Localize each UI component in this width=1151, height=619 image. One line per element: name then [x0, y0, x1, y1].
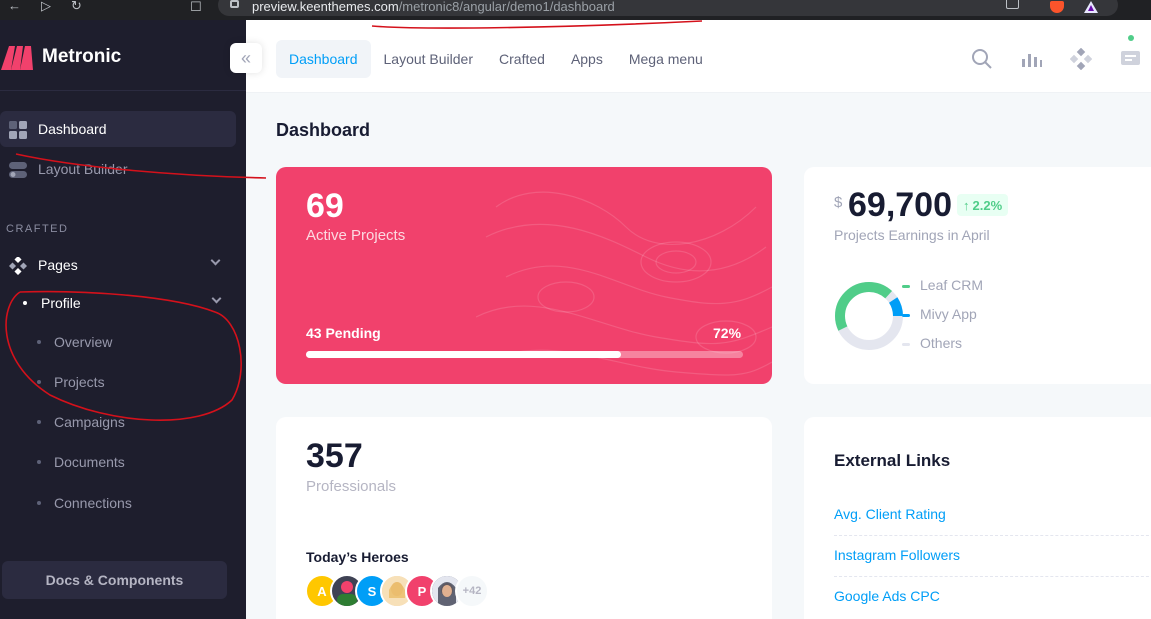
section-label-crafted: CRAFTED	[6, 223, 69, 235]
dashboard-grid-icon	[9, 121, 27, 139]
reload-icon[interactable]: ↻	[71, 0, 82, 14]
browser-toolbar: ← ▷ ↻ ☐ preview.keenthemes.com/metronic8…	[0, 0, 1151, 20]
sidebar-divider	[0, 90, 246, 91]
currency-symbol: $	[834, 194, 843, 211]
apps-icon[interactable]	[1070, 48, 1092, 70]
pending-count: 43 Pending	[306, 325, 381, 341]
sidebar-item-label: Campaigns	[54, 414, 125, 430]
avatar-more[interactable]: +42	[455, 574, 489, 608]
sidebar-item-campaigns[interactable]: Campaigns	[0, 407, 236, 437]
url-text: preview.keenthemes.com/metronic8/angular…	[252, 0, 615, 14]
menu-item-mega-menu[interactable]: Mega menu	[616, 40, 716, 78]
link-instagram-followers[interactable]: Instagram Followers	[834, 547, 960, 563]
online-status-dot	[1128, 35, 1134, 41]
rewards-icon-inner	[1088, 5, 1094, 11]
chat-icon[interactable]	[1120, 48, 1142, 70]
professionals-card: 357 Professionals Today’s Heroes A S P +…	[276, 417, 772, 619]
earnings-label: Projects Earnings in April	[834, 227, 990, 243]
menu-item-dashboard[interactable]: Dashboard	[276, 40, 371, 78]
heroes-label: Today’s Heroes	[306, 549, 409, 565]
docs-components-button[interactable]: Docs & Components	[2, 561, 227, 599]
donut-chart	[835, 282, 903, 350]
sidebar-item-layout-builder[interactable]: Layout Builder	[0, 151, 236, 187]
bullet-icon	[37, 501, 41, 505]
sidebar-item-pages[interactable]: Pages	[0, 247, 236, 283]
forward-icon[interactable]: ▷	[41, 0, 51, 14]
legend-bullet	[902, 343, 910, 346]
lock-icon	[230, 0, 239, 8]
chart-icon[interactable]	[1020, 48, 1042, 70]
active-projects-label: Active Projects	[306, 227, 406, 244]
avatar-group: A S P +42	[305, 574, 489, 608]
top-header: « Dashboard Layout Builder Crafted Apps …	[230, 20, 1151, 93]
menu-item-apps[interactable]: Apps	[558, 40, 616, 78]
brand-name: Metronic	[42, 46, 122, 67]
bullet-icon	[37, 420, 41, 424]
chevron-down-icon	[210, 255, 221, 266]
back-icon[interactable]: ←	[8, 0, 21, 14]
progress-percent: 72%	[713, 325, 742, 341]
sidebar-item-label: Connections	[54, 495, 132, 511]
bullet-icon	[37, 340, 41, 344]
toggle-icon	[9, 162, 27, 178]
bullet-icon	[23, 301, 27, 305]
brand-logo[interactable]: Metronic	[0, 44, 121, 70]
sidebar-item-label: Layout Builder	[38, 161, 128, 177]
legend-bullet	[902, 285, 910, 288]
legend-item-leaf-crm: Leaf CRM	[902, 277, 984, 293]
menu-item-crafted[interactable]: Crafted	[486, 40, 558, 78]
change-badge: ↑ 2.2%	[957, 194, 1009, 216]
bullet-icon	[37, 380, 41, 384]
sidebar: Metronic Dashboard Layout Builder CRAFTE…	[0, 20, 246, 619]
sidebar-item-label: Documents	[54, 454, 125, 470]
top-menu: Dashboard Layout Builder Crafted Apps Me…	[276, 40, 716, 78]
sidebar-item-label: Projects	[54, 374, 105, 390]
progress-fill	[306, 351, 621, 358]
projects-progress-bar	[306, 351, 743, 358]
menu-item-layout-builder[interactable]: Layout Builder	[371, 40, 487, 78]
professionals-label: Professionals	[306, 478, 397, 495]
double-chevron-left-icon[interactable]: «	[230, 43, 262, 73]
active-projects-count: 69	[306, 187, 344, 225]
sidebar-item-documents[interactable]: Documents	[0, 447, 236, 477]
address-bar[interactable]: preview.keenthemes.com/metronic8/angular…	[218, 0, 1118, 16]
legend-label: Others	[920, 335, 963, 351]
legend-label: Mivy App	[920, 306, 977, 322]
sidebar-item-projects[interactable]: Projects	[0, 367, 236, 397]
chevron-down-icon	[211, 293, 222, 304]
legend-item-others: Others	[902, 335, 963, 351]
page-title: Dashboard	[276, 120, 371, 140]
arrow-up-icon: ↑	[963, 197, 970, 213]
share-icon[interactable]	[1006, 0, 1019, 9]
external-links-card: External Links Avg. Client Rating Instag…	[804, 417, 1151, 619]
earnings-amount: 69,700	[848, 186, 952, 224]
link-avg-client-rating[interactable]: Avg. Client Rating	[834, 506, 946, 522]
sidebar-item-label: Profile	[41, 295, 81, 311]
metronic-logo-icon	[1, 46, 33, 70]
legend-label: Leaf CRM	[920, 277, 984, 293]
link-google-ads-cpc[interactable]: Google Ads CPC	[834, 588, 940, 604]
link-divider	[834, 535, 1151, 536]
search-icon[interactable]	[971, 48, 993, 70]
sidebar-item-label: Pages	[38, 257, 78, 273]
sidebar-item-connections[interactable]: Connections	[0, 488, 236, 518]
legend-bullet	[902, 314, 910, 317]
sidebar-item-label: Overview	[54, 334, 113, 350]
earnings-card: $ 69,700 ↑ 2.2% Projects Earnings in Apr…	[804, 167, 1151, 384]
sidebar-item-profile[interactable]: Profile	[0, 288, 236, 318]
bookmark-icon[interactable]: ☐	[190, 0, 202, 15]
professionals-count: 357	[306, 437, 363, 475]
change-value: 2.2%	[972, 197, 1003, 213]
link-divider	[834, 576, 1151, 577]
bullet-icon	[37, 460, 41, 464]
pages-diamond-icon	[9, 257, 27, 275]
external-links-title: External Links	[834, 451, 951, 470]
sidebar-item-dashboard[interactable]: Dashboard	[0, 111, 236, 147]
legend-item-mivy-app: Mivy App	[902, 306, 977, 322]
sidebar-item-overview[interactable]: Overview	[0, 327, 236, 357]
active-projects-card: 69 Active Projects 43 Pending 72%	[276, 167, 772, 384]
sidebar-item-label: Dashboard	[38, 121, 107, 137]
